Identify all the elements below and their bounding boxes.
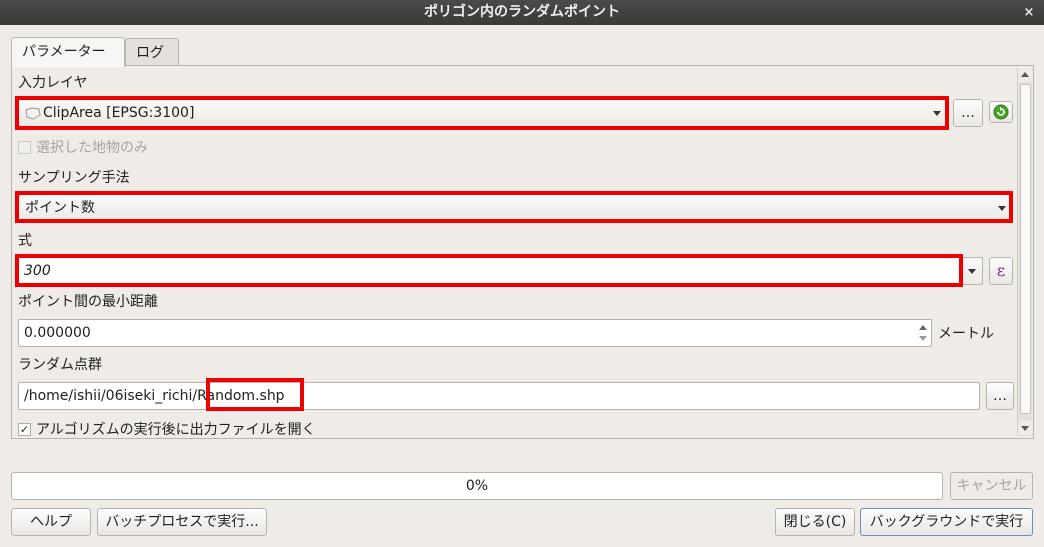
expression-input[interactable]: 300 (18, 257, 983, 285)
tab-log-label: ログ (136, 45, 164, 61)
progress-bar: 0% (11, 472, 943, 500)
spin-down-icon[interactable] (919, 336, 927, 341)
tab-log[interactable]: ログ (125, 38, 179, 67)
progress-text: 0% (465, 478, 489, 494)
chevron-down-icon (933, 111, 941, 116)
spin-buttons[interactable] (917, 321, 930, 345)
expression-dropdown-button[interactable] (961, 257, 983, 285)
refresh-layer-button[interactable] (989, 101, 1013, 123)
min-distance-value: 0.000000 (24, 325, 91, 341)
help-button[interactable]: ヘルプ (11, 508, 91, 536)
expression-value: 300 (24, 263, 51, 279)
expression-label: 式 (18, 233, 32, 249)
chevron-down-icon (998, 206, 1006, 211)
output-path-file: /Random.shp (192, 388, 285, 404)
panel-scrollbar[interactable] (1017, 68, 1032, 436)
close-button[interactable]: 閉じる(C) (775, 508, 855, 536)
min-distance-label: ポイント間の最小距離 (18, 294, 158, 310)
sampling-label: サンプリング手法 (18, 170, 130, 186)
sampling-value: ポイント数 (25, 200, 95, 216)
output-label: ランダム点群 (18, 357, 102, 373)
run-in-background-button[interactable]: バックグラウンドで実行 (860, 508, 1033, 536)
sampling-combo[interactable]: ポイント数 (18, 194, 1012, 222)
scroll-up-button[interactable] (1018, 68, 1032, 82)
parameters-panel: 入力レイヤ ClipArea [EPSG:3100] … 選択した地物のみ サン… (11, 65, 1034, 439)
window-titlebar: ポリゴン内のランダムポイント × (0, 0, 1044, 25)
tab-parameters-label: パラメーター (22, 44, 106, 60)
output-path-prefix: /home/ishii/06iseki_richi (24, 388, 193, 404)
batch-process-button[interactable]: バッチプロセスで実行... (97, 508, 267, 536)
refresh-icon (993, 104, 1009, 120)
tab-parameters[interactable]: パラメーター (11, 37, 125, 67)
input-layer-browse-button[interactable]: … (953, 99, 983, 127)
input-layer-label: 入力レイヤ (18, 75, 88, 91)
selected-only-label: 選択した地物のみ (36, 140, 148, 156)
open-after-label: アルゴリズムの実行後に出力ファイルを開く (36, 422, 316, 438)
input-layer-combo[interactable]: ClipArea [EPSG:3100] (18, 99, 947, 127)
min-distance-unit: メートル (938, 326, 994, 342)
scroll-down-button[interactable] (1018, 421, 1032, 435)
spin-up-icon[interactable] (919, 325, 927, 330)
input-layer-value: ClipArea [EPSG:3100] (43, 105, 195, 121)
output-path-input[interactable]: /home/ishii/06iseki_richi/Random.shp (18, 382, 980, 410)
open-after-checkbox[interactable]: ✓ (18, 423, 31, 436)
scrollbar-thumb[interactable] (1020, 84, 1031, 414)
chevron-up-icon (1021, 72, 1029, 77)
chevron-down-icon (968, 269, 976, 274)
min-distance-spinbox[interactable]: 0.000000 (18, 319, 932, 347)
selected-only-checkbox[interactable] (18, 141, 31, 154)
cancel-button[interactable]: キャンセル (950, 472, 1033, 500)
window-title: ポリゴン内のランダムポイント (424, 4, 620, 20)
expression-builder-button[interactable]: ε (989, 257, 1013, 285)
chevron-down-icon (1021, 426, 1029, 431)
output-browse-button[interactable]: … (986, 382, 1014, 410)
polygon-layer-icon (25, 107, 41, 120)
close-icon[interactable]: × (1022, 0, 1036, 25)
